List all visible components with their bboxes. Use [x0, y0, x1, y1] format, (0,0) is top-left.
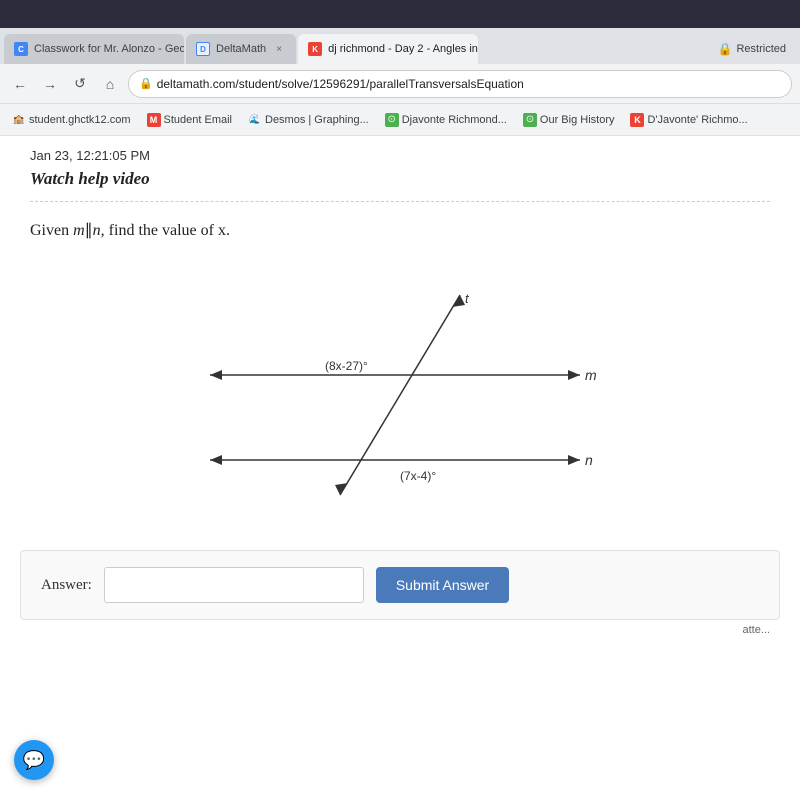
classwork-tab-icon: C: [14, 42, 28, 56]
answer-label: Answer:: [41, 577, 92, 594]
lock-icon: 🔒: [718, 42, 733, 56]
djavonte2-label: D'Javonte' Richmo...: [647, 114, 747, 126]
page-content: Jan 23, 12:21:05 PM Watch help video Giv…: [0, 136, 800, 800]
email-icon: M: [147, 113, 161, 127]
richmond-tab-icon: K: [308, 42, 322, 56]
transversal-label: t: [465, 291, 470, 306]
tab-richmond[interactable]: K dj richmond - Day 2 - Angles in T... ×: [298, 34, 478, 64]
line-n-label: n: [585, 452, 593, 468]
desmos-label: Desmos | Graphing...: [265, 114, 369, 126]
answer-area: Answer: Submit Answer: [20, 550, 780, 620]
deltamath-tab-label: DeltaMath: [216, 43, 266, 55]
bighistory-icon: ⊙: [523, 113, 537, 127]
restricted-label: Restricted: [736, 43, 786, 55]
djavonte-icon: ⊙: [385, 113, 399, 127]
m-variable: m: [73, 222, 85, 239]
attempts-text: atte...: [30, 620, 770, 640]
bighistory-label: Our Big History: [540, 114, 615, 126]
url-text: deltamath.com/student/solve/12596291/par…: [157, 77, 524, 91]
title-bar: [0, 0, 800, 28]
watch-help-link[interactable]: Watch help video: [30, 169, 770, 189]
line-m-label: m: [585, 367, 597, 383]
section-divider: [30, 201, 770, 202]
tab-classwork[interactable]: C Classwork for Mr. Alonzo - Geom... ×: [4, 34, 184, 64]
n-variable: n: [93, 222, 101, 239]
deltamath-tab-icon: D: [196, 42, 210, 56]
ghctk12-icon: 🏫: [12, 113, 26, 127]
submit-button[interactable]: Submit Answer: [376, 567, 509, 603]
chat-bubble[interactable]: 💬: [14, 740, 54, 780]
desmos-icon: 🌊: [248, 113, 262, 127]
diagram-area: m n t (8x-27)°: [30, 260, 770, 520]
djavonte2-icon: K: [630, 113, 644, 127]
ghctk12-label: student.ghctk12.com: [29, 114, 131, 126]
geometry-diagram: m n t (8x-27)°: [170, 265, 630, 515]
richmond-tab-label: dj richmond - Day 2 - Angles in T...: [328, 43, 478, 55]
reload-button[interactable]: ↺: [68, 72, 92, 96]
bookmarks-bar: 🏫 student.ghctk12.com M Student Email 🌊 …: [0, 104, 800, 136]
back-button[interactable]: ←: [8, 72, 32, 96]
secure-icon: 🔒: [139, 77, 153, 90]
chat-icon: 💬: [23, 750, 45, 771]
problem-statement: Given m∥n, find the value of x.: [30, 220, 770, 240]
home-button[interactable]: ⌂: [98, 72, 122, 96]
tab-bar: C Classwork for Mr. Alonzo - Geom... × D…: [0, 28, 800, 64]
bookmark-djavonte2[interactable]: K D'Javonte' Richmo...: [626, 111, 751, 129]
bookmark-desmos[interactable]: 🌊 Desmos | Graphing...: [244, 111, 373, 129]
content-area: Jan 23, 12:21:05 PM Watch help video Giv…: [0, 136, 800, 800]
bookmark-ghctk12[interactable]: 🏫 student.ghctk12.com: [8, 111, 135, 129]
deltamath-tab-close[interactable]: ×: [272, 42, 286, 56]
email-label: Student Email: [164, 114, 232, 126]
url-bar[interactable]: 🔒 deltamath.com/student/solve/12596291/p…: [128, 70, 792, 98]
djavonte-label: Djavonte Richmond...: [402, 114, 507, 126]
angle-1-label: (8x-27)°: [325, 359, 368, 373]
bookmark-email[interactable]: M Student Email: [143, 111, 236, 129]
answer-input[interactable]: [104, 567, 364, 603]
forward-button[interactable]: →: [38, 72, 62, 96]
address-bar: ← → ↺ ⌂ 🔒 deltamath.com/student/solve/12…: [0, 64, 800, 104]
bookmark-bighistory[interactable]: ⊙ Our Big History: [519, 111, 619, 129]
angle-2-label: (7x-4)°: [400, 469, 436, 483]
timestamp: Jan 23, 12:21:05 PM: [30, 148, 770, 163]
bookmark-djavonte[interactable]: ⊙ Djavonte Richmond...: [381, 111, 511, 129]
classwork-tab-label: Classwork for Mr. Alonzo - Geom...: [34, 43, 184, 55]
tab-restricted[interactable]: 🔒 Restricted: [708, 34, 796, 64]
tab-deltamath[interactable]: D DeltaMath ×: [186, 34, 296, 64]
